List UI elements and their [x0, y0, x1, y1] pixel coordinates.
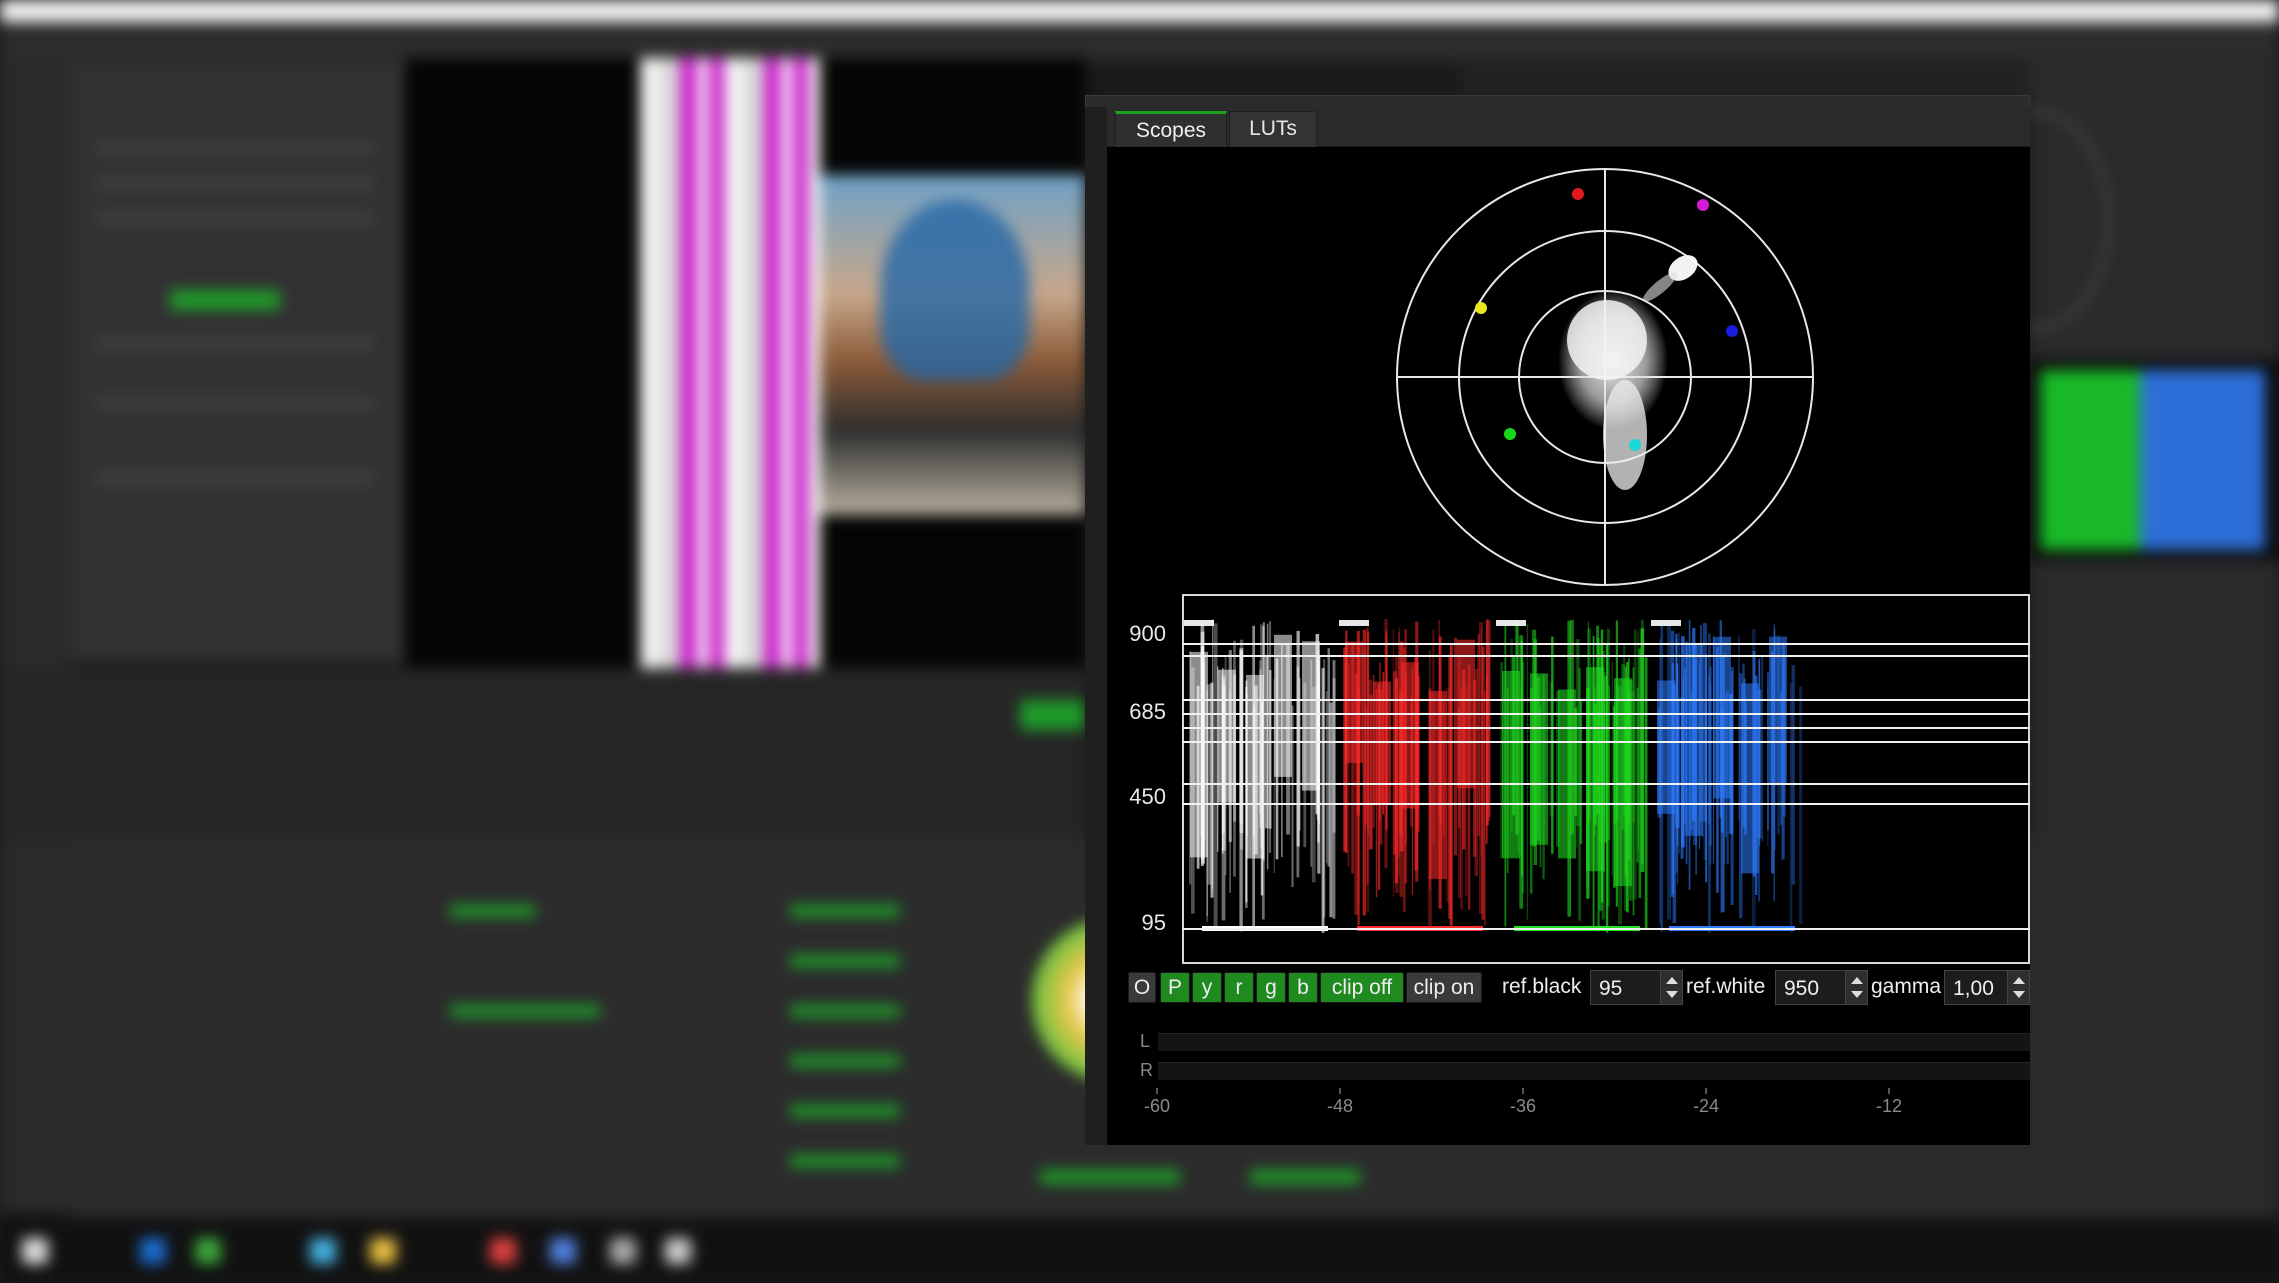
- meter-scale-label: -36: [1509, 1096, 1536, 1116]
- meter-scale-label: -24: [1692, 1096, 1719, 1116]
- meter-tick: [1705, 1088, 1707, 1094]
- tab-scopes[interactable]: Scopes: [1115, 111, 1227, 147]
- spin-arrows-icon[interactable]: [2007, 971, 2029, 1004]
- clip-on-button[interactable]: clip on: [1406, 972, 1482, 1003]
- audio-meter-left: [1158, 1033, 2030, 1051]
- waveform-parade: [1182, 594, 2030, 964]
- app-icon: [490, 1238, 516, 1264]
- vectorscope: [1396, 168, 1814, 586]
- bg-green-bar: [790, 955, 900, 967]
- meter-scale-label: -12: [1875, 1096, 1902, 1116]
- waveform-level-label: 95: [1141, 910, 1166, 935]
- parade-toggle[interactable]: P: [1160, 972, 1190, 1003]
- bg-timeline: [0, 668, 1085, 838]
- bg-green-bar: [450, 905, 535, 917]
- bg-green-waveform: [2040, 370, 2140, 550]
- waveform-level-label: 685: [1129, 699, 1166, 724]
- meter-scale-label: -48: [1326, 1096, 1353, 1116]
- bg-photo-subject: [880, 200, 1030, 380]
- meter-tick: [1888, 1088, 1890, 1094]
- folder-icon: [370, 1238, 396, 1264]
- ref-black-value: 95: [1599, 977, 1623, 1000]
- bg-green-bar: [450, 1005, 600, 1017]
- app-icon: [195, 1238, 221, 1264]
- bg-row: [95, 210, 375, 226]
- app-icon: [550, 1238, 576, 1264]
- green-toggle[interactable]: g: [1256, 972, 1286, 1003]
- bg-green-bar: [1040, 1170, 1180, 1184]
- ref-white-value: 950: [1784, 977, 1820, 1000]
- vectorscope-target-green: [1504, 428, 1516, 440]
- vectorscope-target-red: [1572, 188, 1584, 200]
- gamma-label: gamma: [1871, 975, 1942, 998]
- clip-off-button[interactable]: clip off: [1320, 972, 1404, 1003]
- option-button[interactable]: O: [1128, 972, 1156, 1003]
- spin-arrows-icon[interactable]: [1845, 971, 1867, 1004]
- red-toggle[interactable]: r: [1224, 972, 1254, 1003]
- app-icon: [310, 1238, 336, 1264]
- vectorscope-target-yellow: [1475, 302, 1487, 314]
- bg-row: [95, 175, 375, 191]
- bg-title-bar: [0, 0, 2279, 22]
- bg-row: [95, 395, 375, 411]
- bg-blue-waveform: [2140, 370, 2265, 550]
- ref-white-label: ref.white: [1686, 975, 1766, 998]
- bg-green-bar: [1250, 1170, 1360, 1184]
- bg-green-bar: [790, 905, 900, 917]
- scope-controls: O P y r g b clip off clip on ref.black 9…: [1128, 970, 2030, 1008]
- scopes-tab-bar: Scopes LUTs: [1107, 107, 2030, 147]
- vectorscope-target-cyan: [1629, 439, 1641, 451]
- meter-tick: [1522, 1088, 1524, 1094]
- bg-film-strip: [640, 58, 820, 668]
- ref-black-spinbox[interactable]: 95: [1590, 970, 1683, 1005]
- bg-green-bar: [790, 1005, 900, 1017]
- taskbar: [0, 1218, 2279, 1283]
- windows-start-icon: [22, 1238, 48, 1264]
- audio-meter-right: [1158, 1062, 2030, 1080]
- waveform-level-label: 900: [1129, 621, 1166, 646]
- edge-icon: [140, 1238, 166, 1264]
- ref-white-spinbox[interactable]: 950: [1775, 970, 1868, 1005]
- gamma-spinbox[interactable]: 1,00: [1944, 970, 2030, 1005]
- app-icon: [665, 1238, 691, 1264]
- bg-green-bar: [790, 1105, 900, 1117]
- bg-green-slider: [170, 290, 280, 310]
- meter-tick: [1339, 1088, 1341, 1094]
- app-icon: [610, 1238, 636, 1264]
- bg-green-block: [1020, 700, 1085, 730]
- tab-luts[interactable]: LUTs: [1229, 111, 1317, 147]
- ref-black-label: ref.black: [1502, 975, 1582, 998]
- meter-channel-label: L: [1140, 1031, 1151, 1051]
- scopes-dock-strip: [1085, 107, 1107, 1145]
- bg-green-bar: [790, 1155, 900, 1167]
- meter-scale-label: -60: [1143, 1096, 1170, 1116]
- waveform-level-label: 450: [1129, 784, 1166, 809]
- gamma-value: 1,00: [1953, 977, 1994, 1000]
- blue-toggle[interactable]: b: [1288, 972, 1318, 1003]
- luma-toggle[interactable]: y: [1192, 972, 1222, 1003]
- vectorscope-trace: [1558, 255, 1698, 490]
- bg-green-bar: [790, 1055, 900, 1067]
- bg-row: [95, 335, 375, 351]
- bg-menu-bar: [0, 22, 2279, 62]
- meter-channel-label: R: [1140, 1060, 1153, 1080]
- vectorscope-target-blue: [1726, 325, 1738, 337]
- bg-row: [95, 470, 375, 486]
- spin-arrows-icon[interactable]: [1660, 971, 1682, 1004]
- vectorscope-target-magenta: [1697, 199, 1709, 211]
- bg-tool-column: [0, 62, 70, 1212]
- meter-tick: [1156, 1088, 1158, 1094]
- bg-row: [95, 140, 375, 156]
